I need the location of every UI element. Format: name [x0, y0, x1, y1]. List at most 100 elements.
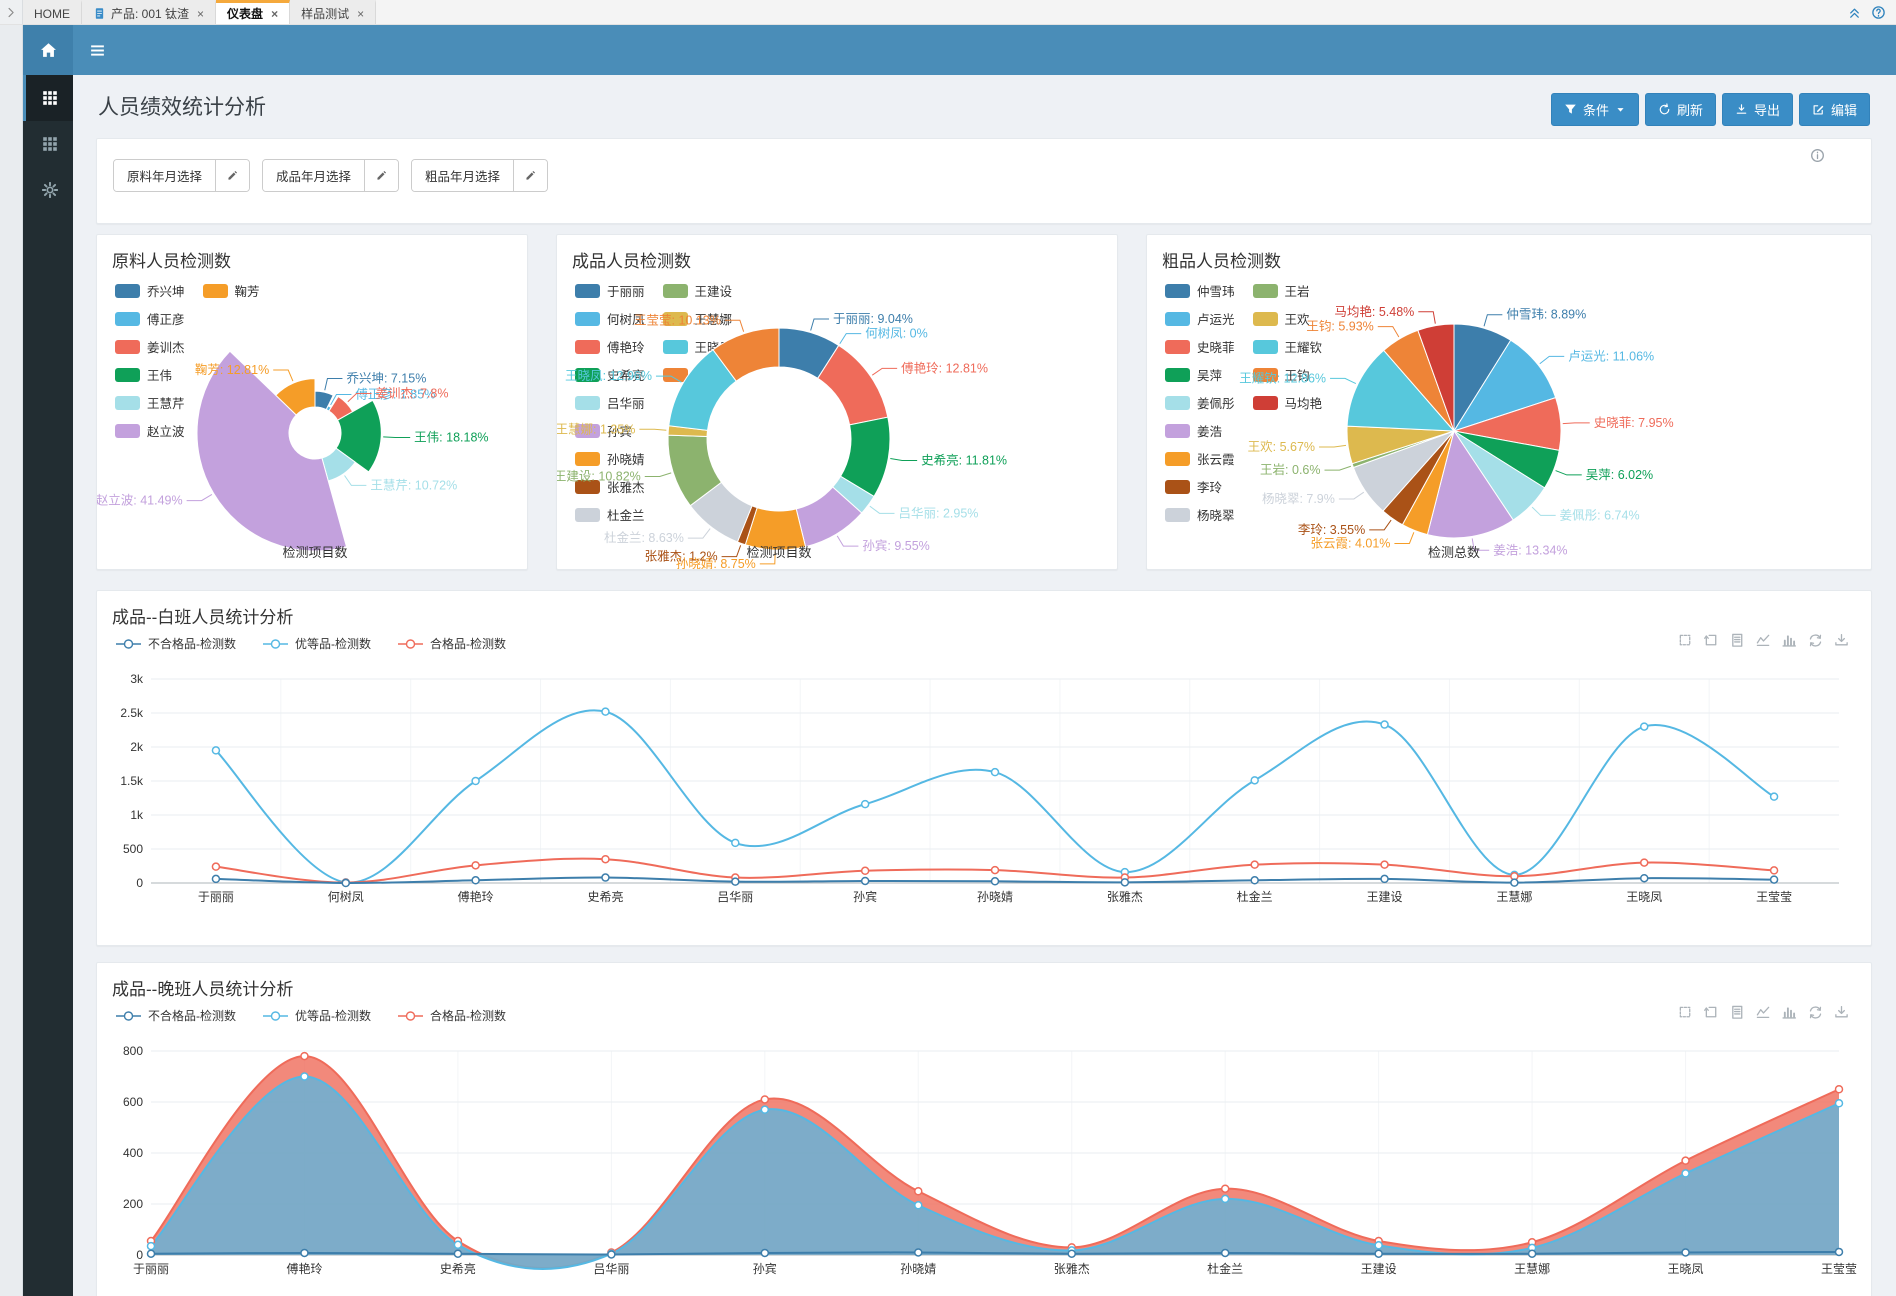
data-point: [1836, 1248, 1843, 1255]
pie-slice-5[interactable]: [197, 351, 346, 551]
data-point: [992, 867, 999, 874]
home-button[interactable]: [23, 25, 73, 75]
data-point: [1381, 721, 1388, 728]
donut-chart-canvas[interactable]: 于丽丽: 9.04%何树凤: 0%傅艳玲: 12.81%史希亮: 11.81%吕…: [557, 235, 1117, 569]
pie-label-line: [1339, 492, 1364, 499]
pie-label-line: [840, 334, 861, 344]
chart-title: 成品--晚班人员统计分析: [112, 975, 293, 1000]
edit-button[interactable]: 编辑: [1799, 93, 1870, 126]
filter-select-button[interactable]: 成品年月选择: [263, 160, 364, 191]
toolbox-line-icon[interactable]: [1756, 633, 1771, 648]
toolbox-zoom-icon[interactable]: [1678, 633, 1693, 648]
tab-3[interactable]: 样品测试×: [290, 0, 376, 24]
panel-expand-button[interactable]: [0, 0, 23, 24]
data-point: [1375, 1242, 1382, 1249]
x-tick-label: 王莹莹: [1821, 1262, 1857, 1276]
sidebar-item-2[interactable]: [23, 167, 73, 213]
toolbox-zoom-reset-icon[interactable]: [1704, 1005, 1719, 1020]
toolbox-download-icon[interactable]: [1834, 1005, 1849, 1020]
legend-item-1[interactable]: 优等品-检测数: [262, 1007, 371, 1024]
data-point: [301, 1053, 308, 1060]
legend-item-2[interactable]: 合格品-检测数: [397, 635, 506, 652]
pie-label: 傅艳玲: 12.81%: [901, 360, 988, 375]
toolbox-restore-icon[interactable]: [1808, 1005, 1823, 1020]
axis-name-label: 检测项目数: [746, 545, 811, 560]
toolbox-dataview-icon[interactable]: [1730, 1005, 1745, 1020]
pie-label-line: [1556, 471, 1582, 475]
help-icon[interactable]: [1871, 5, 1886, 20]
area-chart-plot[interactable]: 0200400600800于丽丽傅艳玲史希亮吕华丽孙宾孙晓婧张雅杰杜金兰王建设王…: [109, 1041, 1859, 1291]
legend-item-0[interactable]: 不合格品-检测数: [115, 635, 236, 652]
data-point: [472, 778, 479, 785]
sidebar-toggle-button[interactable]: [73, 25, 121, 75]
pie-label-line: [688, 529, 710, 539]
tab-close-icon[interactable]: ×: [197, 8, 204, 20]
legend-item-2[interactable]: 合格品-检测数: [397, 1007, 506, 1024]
data-point: [862, 801, 869, 808]
tab-close-icon[interactable]: ×: [357, 8, 364, 20]
filter-edit-button[interactable]: [215, 160, 249, 191]
x-tick-label: 张雅杰: [1107, 889, 1143, 904]
collapse-up-icon[interactable]: [1847, 5, 1862, 20]
toolbox-bar-icon[interactable]: [1782, 1005, 1797, 1020]
pie-label: 王慧娜: 1.35%: [557, 421, 635, 436]
x-tick-label: 王晓凤: [1626, 890, 1662, 904]
toolbox-dataview-icon[interactable]: [1730, 633, 1745, 648]
y-tick-label: 1.5k: [120, 774, 144, 788]
toolbox-download-icon[interactable]: [1834, 633, 1849, 648]
pie-label-line: [645, 473, 671, 477]
pie-label-line: [1484, 315, 1502, 327]
toolbox-line-icon[interactable]: [1756, 1005, 1771, 1020]
data-point: [1381, 875, 1388, 882]
pie-label-line: [811, 319, 829, 331]
edit-icon: [1812, 103, 1825, 116]
filter-edit-button[interactable]: [364, 160, 398, 191]
tab-2[interactable]: 仪表盘×: [216, 0, 290, 24]
document-icon: [93, 7, 106, 20]
refresh-button[interactable]: 刷新: [1645, 93, 1716, 126]
filter-button[interactable]: 条件: [1551, 93, 1639, 126]
toolbox-restore-icon[interactable]: [1808, 633, 1823, 648]
pie-label: 王钧: 5.93%: [1306, 320, 1373, 334]
pie-label: 乔兴坤: 7.15%: [346, 371, 426, 386]
rose-chart-canvas[interactable]: 乔兴坤: 7.15%傅正彦: 1.85%姜训杰: 7.8%王伟: 18.18%王…: [97, 235, 527, 569]
pie-label-line: [639, 429, 666, 430]
legend-item-1[interactable]: 优等品-检测数: [262, 635, 371, 652]
chart-title: 成品--白班人员统计分析: [112, 603, 293, 628]
data-point: [1251, 877, 1258, 884]
line-chart-plot[interactable]: 05001k1.5k2k2.5k3k于丽丽何树凤傅艳玲史希亮吕华丽孙宾孙晓婧张雅…: [109, 669, 1859, 919]
pie-label: 姜训杰: 7.8%: [376, 386, 449, 401]
tabbar-right-icons: [1847, 0, 1886, 24]
legend-item-0[interactable]: 不合格品-检测数: [115, 1007, 236, 1024]
toolbox-bar-icon[interactable]: [1782, 633, 1797, 648]
pie-chart-canvas[interactable]: 仲雪玮: 8.89%卢运光: 11.06%史晓菲: 7.95%吴萍: 6.02%…: [1147, 235, 1871, 569]
x-tick-label: 杜金兰: [1237, 889, 1273, 904]
sidebar-item-0[interactable]: [23, 75, 73, 121]
data-point: [732, 878, 739, 885]
data-point: [1068, 1250, 1075, 1257]
refresh-icon: [1658, 103, 1671, 116]
filter-edit-button[interactable]: [513, 160, 547, 191]
data-point: [1682, 1249, 1689, 1256]
toolbox-zoom-icon[interactable]: [1678, 1005, 1693, 1020]
data-point: [732, 839, 739, 846]
line-chart-canvas[interactable]: 05001k1.5k2k2.5k3k于丽丽何树凤傅艳玲史希亮吕华丽孙宾孙晓婧张雅…: [109, 669, 1859, 919]
data-point: [301, 1249, 308, 1256]
filter-select-button[interactable]: 粗品年月选择: [412, 160, 513, 191]
info-icon[interactable]: [1810, 148, 1825, 163]
sidebar-item-1[interactable]: [23, 121, 73, 167]
export-button[interactable]: 导出: [1722, 93, 1793, 126]
tab-0[interactable]: HOME: [23, 0, 82, 24]
tab-1[interactable]: 产品: 001 钛渣×: [82, 0, 216, 24]
filter-select-button[interactable]: 原料年月选择: [114, 160, 215, 191]
toolbox-zoom-reset-icon[interactable]: [1704, 633, 1719, 648]
legend-label: 合格品-检测数: [430, 1007, 506, 1024]
data-point: [1836, 1100, 1843, 1107]
tab-close-icon[interactable]: ×: [271, 8, 278, 20]
pie-label-line: [870, 506, 895, 513]
pie-label-line: [1394, 532, 1413, 543]
area-chart-canvas[interactable]: 0200400600800于丽丽傅艳玲史希亮吕华丽孙宾孙晓婧张雅杰杜金兰王建设王…: [109, 1041, 1859, 1291]
data-point: [862, 867, 869, 874]
pie-label-line: [1418, 312, 1435, 324]
pie-label: 杜金兰: 8.63%: [604, 530, 684, 545]
